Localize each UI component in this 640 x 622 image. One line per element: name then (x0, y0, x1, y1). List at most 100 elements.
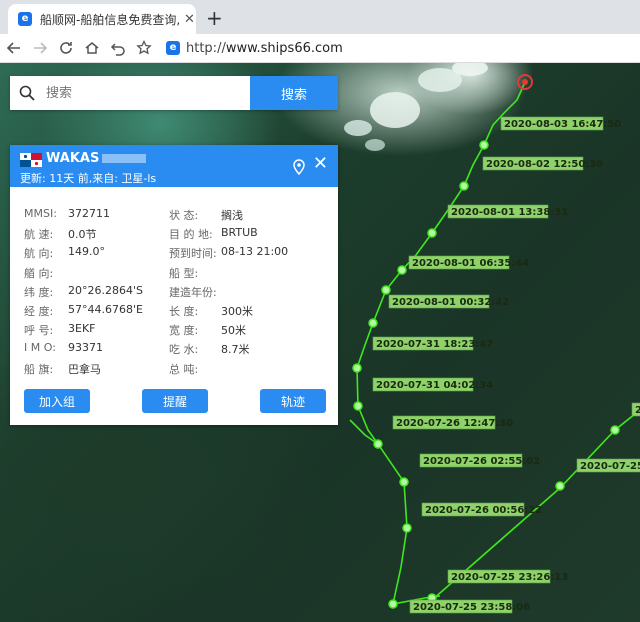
track-point[interactable] (368, 318, 378, 328)
field-value: 8.7米 (221, 343, 250, 357)
field-value: 300米 (221, 304, 253, 318)
track-time-label: 2020-08-01 13:38:31 (447, 204, 568, 219)
browser-tab[interactable]: e 船顺网-船舶信息免费查询,船舶动 ✕ (8, 4, 196, 34)
panama-flag-icon (20, 153, 42, 167)
track-time-label: 2020-07-25 2 (576, 458, 640, 473)
site-favicon-icon: e (18, 12, 32, 26)
track-point[interactable] (373, 439, 383, 449)
address-bar[interactable]: http://www.ships66.com (186, 41, 343, 56)
track-time-label: 2020-08-01 00:32:42 (388, 294, 509, 309)
track-label-text: 2020-08-01 13:38:31 (451, 207, 568, 218)
track-polyline-loop (349, 419, 379, 445)
track-time-label: 20 (631, 402, 640, 417)
track-label-text: 2020-07-26 02:55:02 (423, 456, 540, 467)
ship-position-marker[interactable] (517, 74, 533, 90)
bookmark-star-icon[interactable] (132, 36, 156, 60)
track-point[interactable] (353, 401, 363, 411)
track-label-text: 2020-07-26 00:56:22 (425, 505, 542, 516)
home-icon[interactable] (80, 36, 104, 60)
ship-field-right: 总 吨: (169, 361, 314, 380)
field-label: 预到时间: (169, 247, 217, 261)
ship-field-row: 艏 向: 船 型: (24, 265, 334, 284)
ship-info-header: WAKAS 更新: 11天 前,来自: 卫星-ls ✕ (10, 145, 338, 187)
track-point[interactable] (427, 228, 437, 238)
field-value: 372711 (68, 207, 110, 220)
field-label: 船 型: (169, 266, 199, 280)
panel-close-icon[interactable]: ✕ (313, 155, 328, 173)
track-time-label: 2020-07-26 00:56:22 (421, 502, 542, 517)
ship-field-row: I M O: 93371 吃 水: 8.7米 (24, 341, 334, 360)
reload-icon[interactable] (54, 36, 78, 60)
track-label-text: 2020-07-31 04:02:34 (376, 380, 493, 391)
ship-field-row: 纬 度: 20°26.2864'S 建造年份: (24, 284, 334, 303)
track-point[interactable] (397, 265, 407, 275)
track-button[interactable]: 轨迹 (260, 389, 326, 413)
field-label: 状 态: (169, 209, 199, 222)
field-label: I M O: (24, 341, 56, 355)
locate-pin-icon[interactable] (292, 159, 306, 179)
ship-field-row: 船 旗: 巴拿马 总 吨: (24, 361, 334, 380)
search-input[interactable] (44, 77, 248, 109)
panel-actions: 加入组 提醒 轨迹 (24, 389, 327, 413)
url-host: www.ships66.com (225, 40, 343, 56)
track-time-label: 2020-07-26 02:55:02 (419, 453, 540, 468)
ship-field-left: 经 度: 57°44.6768'E (24, 303, 169, 322)
field-value: 50米 (221, 324, 246, 338)
ship-field-right: 船 型: (169, 265, 314, 284)
track-point[interactable] (381, 285, 391, 295)
track-point[interactable] (399, 477, 409, 487)
track-point[interactable] (555, 481, 565, 491)
field-label: 吃 水: (169, 343, 199, 357)
track-label-text: 2020-07-31 18:23:47 (376, 339, 493, 350)
track-label-text: 2020-08-01 06:35:44 (412, 258, 529, 269)
new-tab-icon[interactable]: + (206, 6, 223, 30)
ship-field-left: MMSI: 372711 (24, 207, 169, 226)
ship-field-right: 长 度: 300米 (169, 303, 314, 322)
field-value: 57°44.6768'E (68, 302, 143, 316)
track-point[interactable] (402, 523, 412, 533)
tab-close-icon[interactable]: ✕ (184, 12, 195, 27)
search-icon (10, 85, 44, 101)
field-value: 3EKF (68, 322, 96, 336)
track-time-label: 2020-07-31 04:02:34 (372, 377, 493, 392)
ship-field-right: 建造年份: (169, 284, 314, 303)
forward-icon[interactable] (28, 36, 52, 60)
tab-title: 船顺网-船舶信息免费查询,船舶动 (40, 12, 180, 27)
track-time-label: 2020-08-03 16:47:50 (500, 116, 621, 131)
track-label-text: 2020-07-25 2 (580, 461, 640, 472)
track-label-text: 2020-08-01 00:32:42 (392, 297, 509, 308)
field-label: 船 旗: (24, 362, 54, 376)
track-time-label: 2020-07-26 12:47:30 (392, 415, 513, 430)
back-icon[interactable] (2, 36, 26, 60)
ship-field-right: 预到时间: 08-13 21:00 (169, 245, 314, 264)
track-point[interactable] (610, 425, 620, 435)
ship-field-left: 航 速: 0.0节 (24, 226, 169, 245)
track-point[interactable] (388, 599, 398, 609)
ship-name: WAKAS (46, 151, 147, 166)
ship-field-left: 纬 度: 20°26.2864'S (24, 284, 169, 303)
track-point[interactable] (352, 363, 362, 373)
track-label-text: 2020-07-26 12:47:30 (396, 418, 513, 429)
update-info: 更新: 11天 前,来自: 卫星-ls (20, 172, 157, 185)
search-button[interactable]: 搜索 (250, 76, 338, 110)
ship-field-right: 目 的 地: BRTUB (169, 226, 314, 245)
ship-field-left: 航 向: 149.0° (24, 245, 169, 264)
track-label-text: 2020-08-03 16:47:50 (504, 119, 621, 130)
track-labels: 2020-08-03 16:47:50 2020-08-02 12:50:30 20… (372, 116, 640, 614)
track-time-label: 2020-07-31 18:23:47 (372, 336, 493, 351)
field-value: 0.0节 (68, 228, 97, 242)
field-label: 艏 向: (24, 266, 54, 280)
add-group-button[interactable]: 加入组 (24, 389, 90, 413)
remind-button[interactable]: 提醒 (142, 389, 208, 413)
track-point[interactable] (479, 140, 489, 150)
track-label-text: 2020-07-25 23:58:06 (413, 602, 530, 613)
ship-field-left: 呼 号: 3EKF (24, 322, 169, 341)
track-time-label: 2020-07-25 23:26:13 (447, 569, 568, 584)
field-label: MMSI: (24, 207, 57, 220)
field-value: 08-13 21:00 (221, 245, 289, 259)
track-point[interactable] (459, 181, 469, 191)
ship-info-panel: WAKAS 更新: 11天 前,来自: 卫星-ls ✕ MMSI: 372711 状… (10, 145, 338, 425)
field-value: BRTUB (221, 226, 258, 240)
track-label-text: 2020-08-02 12:50:30 (486, 159, 603, 170)
undo-icon[interactable] (106, 36, 130, 60)
